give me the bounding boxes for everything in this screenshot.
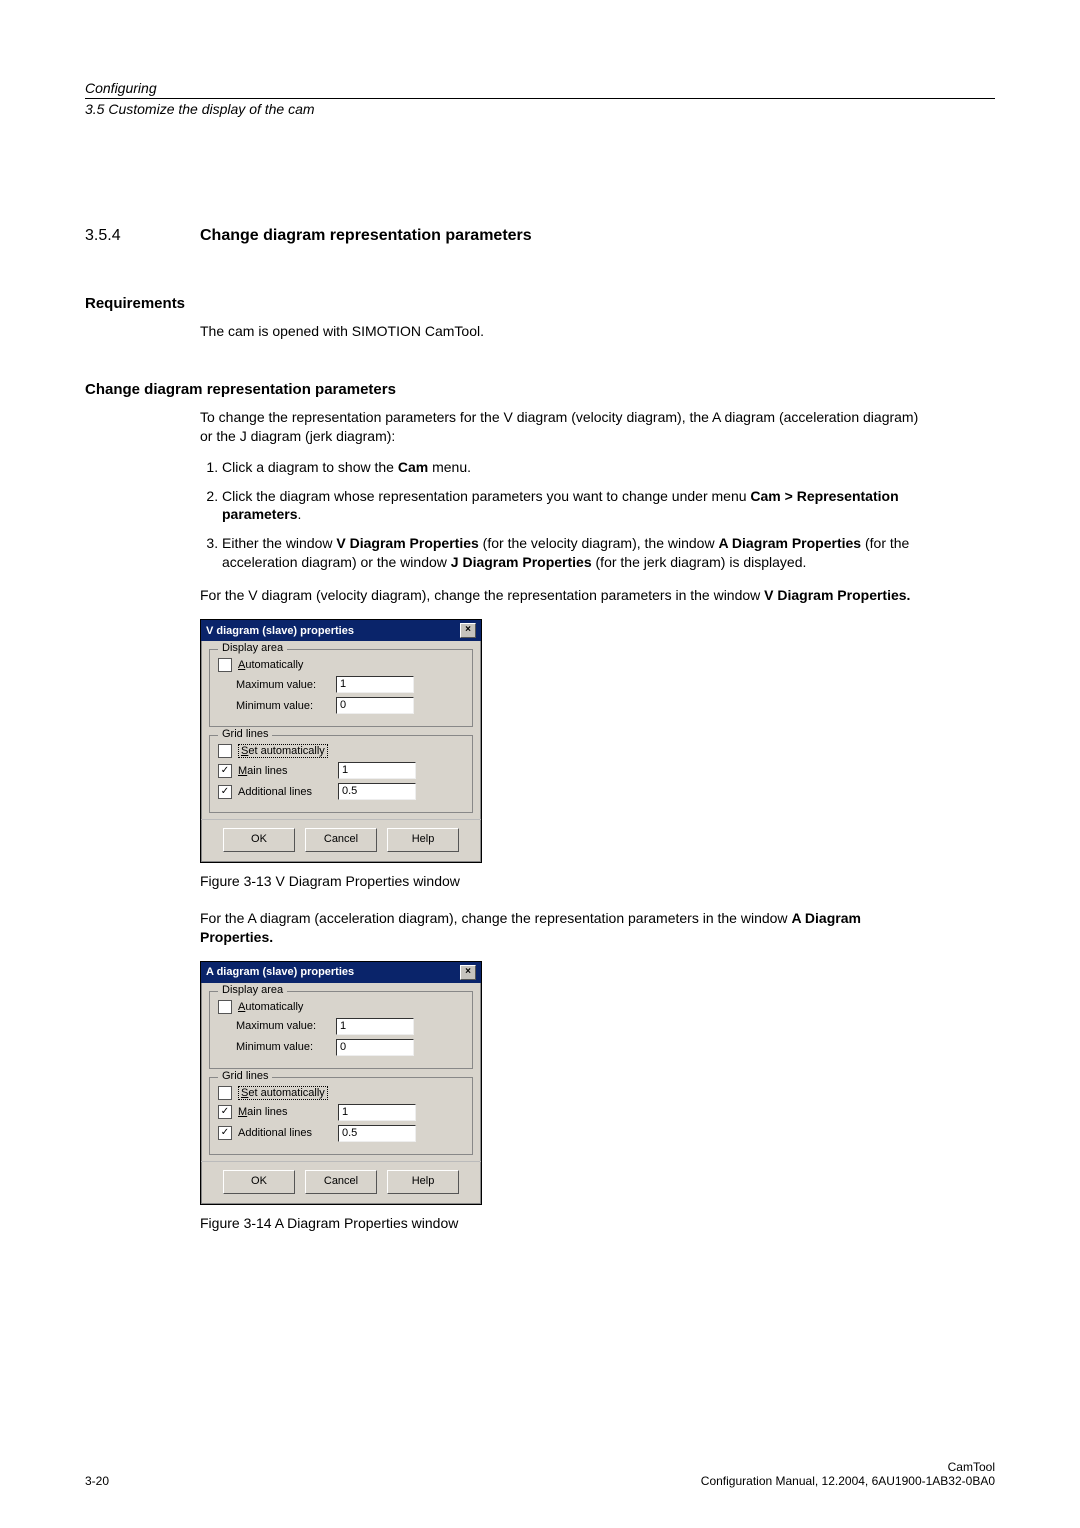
dialog-button-row: OK Cancel Help: [201, 1161, 481, 1204]
grid-lines-legend: Grid lines: [218, 728, 272, 740]
display-area-legend: Display area: [218, 642, 287, 654]
close-icon[interactable]: ×: [460, 623, 476, 638]
cancel-button[interactable]: Cancel: [305, 828, 377, 852]
main-lines-label: Main lines: [238, 765, 338, 777]
automatically-checkbox[interactable]: [218, 1000, 232, 1014]
dialog-title-text: A diagram (slave) properties: [206, 966, 354, 978]
header-section: 3.5 Customize the display of the cam: [85, 98, 995, 117]
help-button[interactable]: Help: [387, 828, 459, 852]
note-a-text: For the A diagram (acceleration diagram)…: [200, 910, 791, 926]
cancel-button[interactable]: Cancel: [305, 1170, 377, 1194]
step-1-text-c: menu.: [428, 459, 471, 475]
procedure-heading: Change diagram representation parameters: [85, 381, 995, 398]
additional-lines-input[interactable]: 0.5: [338, 1125, 416, 1142]
requirements-text: The cam is opened with SIMOTION CamTool.: [200, 322, 920, 341]
close-icon[interactable]: ×: [460, 965, 476, 980]
note-v-diagram: For the V diagram (velocity diagram), ch…: [200, 586, 920, 605]
main-lines-checkbox[interactable]: ✓: [218, 764, 232, 778]
ok-button[interactable]: OK: [223, 828, 295, 852]
step-3-bold-f: J Diagram Properties: [451, 554, 592, 570]
step-2-text-c: .: [298, 506, 302, 522]
automatically-label: Automatically: [238, 1001, 303, 1013]
requirements-heading: Requirements: [85, 295, 995, 312]
step-3: Either the window V Diagram Properties (…: [222, 534, 920, 572]
max-value-label: Maximum value:: [236, 679, 336, 691]
display-area-legend: Display area: [218, 984, 287, 996]
set-automatically-checkbox[interactable]: [218, 744, 232, 758]
min-value-input[interactable]: 0: [336, 1039, 414, 1056]
additional-lines-label: Additional lines: [238, 1127, 338, 1139]
header-chapter: Configuring: [85, 80, 995, 96]
max-value-input[interactable]: 1: [336, 1018, 414, 1035]
footer-doc-id: Configuration Manual, 12.2004, 6AU1900-1…: [701, 1474, 995, 1488]
page-number: 3-20: [85, 1474, 109, 1488]
ok-button[interactable]: OK: [223, 1170, 295, 1194]
dialog-titlebar: V diagram (slave) properties ×: [201, 620, 481, 641]
automatically-checkbox[interactable]: [218, 658, 232, 672]
additional-lines-input[interactable]: 0.5: [338, 783, 416, 800]
max-value-input[interactable]: 1: [336, 676, 414, 693]
figure-3-13-caption: Figure 3-13 V Diagram Properties window: [200, 873, 995, 889]
min-value-input[interactable]: 0: [336, 697, 414, 714]
dialog-title-text: V diagram (slave) properties: [206, 625, 354, 637]
max-value-label: Maximum value:: [236, 1020, 336, 1032]
main-lines-label: Main lines: [238, 1106, 338, 1118]
main-lines-input[interactable]: 1: [338, 762, 416, 779]
display-area-group: Display area Automatically Maximum value…: [209, 991, 473, 1069]
step-1: Click a diagram to show the Cam menu.: [222, 458, 920, 477]
procedure-steps: Click a diagram to show the Cam menu. Cl…: [200, 458, 920, 572]
footer-product: CamTool: [701, 1460, 995, 1474]
min-value-label: Minimum value:: [236, 700, 336, 712]
note-v-bold: V Diagram Properties.: [764, 587, 910, 603]
grid-lines-group: Grid lines Set automatically ✓ Main line…: [209, 735, 473, 813]
main-lines-input[interactable]: 1: [338, 1104, 416, 1121]
figure-3-14-caption: Figure 3-14 A Diagram Properties window: [200, 1215, 995, 1231]
v-diagram-properties-dialog: V diagram (slave) properties × Display a…: [200, 619, 482, 863]
set-automatically-checkbox[interactable]: [218, 1086, 232, 1100]
note-a-diagram: For the A diagram (acceleration diagram)…: [200, 909, 920, 947]
section-title: Change diagram representation parameters: [200, 227, 532, 245]
section-number: 3.5.4: [85, 227, 200, 245]
additional-lines-checkbox[interactable]: ✓: [218, 1126, 232, 1140]
automatically-label: Automatically: [238, 659, 303, 671]
step-2-text-a: Click the diagram whose representation p…: [222, 488, 750, 504]
step-3-bold-d: A Diagram Properties: [718, 535, 861, 551]
grid-lines-group: Grid lines Set automatically ✓ Main line…: [209, 1077, 473, 1155]
step-1-bold: Cam: [398, 459, 428, 475]
additional-lines-label: Additional lines: [238, 786, 338, 798]
step-3-text-c: (for the velocity diagram), the window: [479, 535, 719, 551]
display-area-group: Display area Automatically Maximum value…: [209, 649, 473, 727]
min-value-label: Minimum value:: [236, 1041, 336, 1053]
step-3-text-a: Either the window: [222, 535, 336, 551]
step-1-text-a: Click a diagram to show the: [222, 459, 398, 475]
page-footer: 3-20 CamTool Configuration Manual, 12.20…: [85, 1460, 995, 1488]
additional-lines-checkbox[interactable]: ✓: [218, 785, 232, 799]
grid-lines-legend: Grid lines: [218, 1070, 272, 1082]
dialog-titlebar: A diagram (slave) properties ×: [201, 962, 481, 983]
help-button[interactable]: Help: [387, 1170, 459, 1194]
set-automatically-label: Set automatically: [238, 1086, 328, 1100]
set-automatically-label: Set automatically: [238, 744, 328, 758]
note-v-text: For the V diagram (velocity diagram), ch…: [200, 587, 764, 603]
main-lines-checkbox[interactable]: ✓: [218, 1105, 232, 1119]
dialog-button-row: OK Cancel Help: [201, 819, 481, 862]
step-2: Click the diagram whose representation p…: [222, 487, 920, 525]
a-diagram-properties-dialog: A diagram (slave) properties × Display a…: [200, 961, 482, 1205]
procedure-intro: To change the representation parameters …: [200, 408, 920, 446]
step-3-bold-b: V Diagram Properties: [336, 535, 478, 551]
step-3-text-g: (for the jerk diagram) is displayed.: [592, 554, 807, 570]
